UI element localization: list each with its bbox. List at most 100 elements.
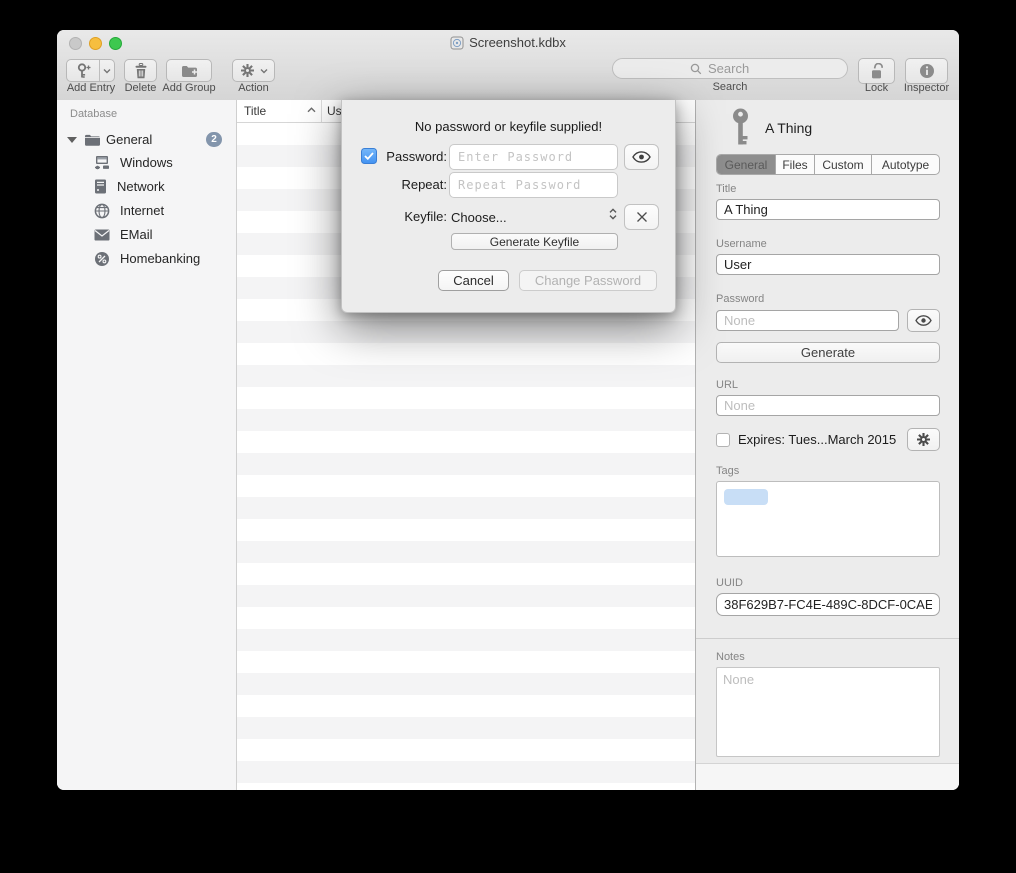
add-entry-dropdown[interactable] [99,60,114,81]
keyfile-label: Keyfile: [342,204,447,230]
inspector-panel: A Thing General Files Custom Autotype Ti… [695,100,959,790]
add-group-label: Add Group [159,82,219,94]
uuid-field-label: UUID [716,577,940,589]
delete-button[interactable] [124,59,157,82]
entry-header: A Thing [716,105,940,151]
clear-keyfile-button[interactable] [624,204,659,230]
reveal-password-button[interactable] [907,309,940,332]
gear-icon [240,63,255,78]
reveal-password-button[interactable] [624,144,659,170]
url-field-label: URL [716,379,940,391]
lock-button[interactable] [858,58,895,84]
add-entry-button[interactable] [66,59,115,82]
key-plus-icon [75,63,91,79]
inspector-button[interactable] [905,58,948,84]
entry-title: A Thing [765,120,812,136]
sidebar-item-windows[interactable]: Windows [57,151,236,174]
eye-icon [915,315,932,326]
sidebar-item-label: Internet [120,203,164,218]
titlebar-toolbar: Screenshot.kdbx Add Entry [57,30,959,101]
column-header-title[interactable]: Title [237,100,322,122]
cancel-button[interactable]: Cancel [438,270,509,291]
dialog-repeat-input[interactable] [449,172,618,198]
expires-checkbox[interactable] [716,433,730,447]
key-icon [730,108,751,148]
url-field[interactable] [716,395,940,416]
keyfile-popup[interactable]: Choose... [451,204,507,230]
chevron-down-icon [103,68,111,74]
unlock-icon [869,63,884,80]
add-group-button[interactable] [166,59,212,82]
sidebar-item-email[interactable]: EMail [57,223,236,246]
search-field[interactable] [612,58,848,79]
workstation-icon [94,155,110,170]
sidebar-item-label: EMail [120,227,153,242]
add-entry-label: Add Entry [63,82,119,94]
sidebar-item-label: General [106,132,152,147]
repeat-label: Repeat: [342,172,447,198]
gear-icon [916,432,931,447]
section-divider [696,638,959,639]
generate-keyfile-button[interactable]: Generate Keyfile [451,233,618,250]
globe-icon [94,203,110,219]
group-sidebar: Database General 2 Windows [57,100,237,790]
disclosure-triangle-icon[interactable] [67,137,77,143]
dialog-message: No password or keyfile supplied! [342,119,675,134]
sidebar-item-general[interactable]: General 2 [57,128,236,151]
notes-field[interactable] [716,667,940,757]
search-label: Search [612,81,848,93]
tag-pill[interactable] [724,489,768,505]
chevron-down-icon [260,68,268,74]
delete-label: Delete [118,82,163,94]
tab-autotype[interactable]: Autotype [872,155,939,174]
expires-label: Expires: Tues...March 2015 [738,432,896,447]
close-icon [636,211,648,223]
stepper-icon[interactable] [608,208,618,220]
username-field-label: Username [716,238,940,250]
tab-files[interactable]: Files [776,155,815,174]
app-window: Screenshot.kdbx Add Entry [57,30,959,790]
dialog-password-input[interactable] [449,144,618,170]
sidebar-item-label: Windows [120,155,173,170]
inspector-tabs: General Files Custom Autotype [716,154,940,175]
password-field[interactable] [716,310,899,331]
entry-count-badge: 2 [206,132,222,147]
password-label: Password: [342,144,447,170]
username-field[interactable] [716,254,940,275]
uuid-field[interactable] [716,593,940,616]
trash-icon [134,63,148,79]
sidebar-item-label: Homebanking [120,251,200,266]
sidebar-item-network[interactable]: Network [57,175,236,198]
inspector-footer [696,763,959,790]
lock-label: Lock [855,82,898,94]
title-field-label: Title [716,183,940,195]
notes-field-label: Notes [716,651,940,663]
inspector-label: Inspector [900,82,953,94]
document-icon [450,36,464,50]
info-icon [919,63,935,79]
envelope-icon [94,229,110,241]
sidebar-item-internet[interactable]: Internet [57,199,236,222]
tab-general[interactable]: General [717,155,776,174]
expires-settings-button[interactable] [907,428,940,451]
tags-box[interactable] [716,481,940,557]
title-field[interactable] [716,199,940,220]
search-icon [690,63,702,75]
folder-plus-icon [181,64,198,78]
password-field-label: Password [716,293,940,305]
server-icon [94,179,107,194]
tags-field-label: Tags [716,465,940,477]
sort-ascending-icon [307,107,316,113]
window-title: Screenshot.kdbx [57,35,959,50]
change-password-button[interactable]: Change Password [519,270,657,291]
generate-password-button[interactable]: Generate [716,342,940,363]
sidebar-section-header: Database [70,108,117,120]
sidebar-item-homebanking[interactable]: Homebanking [57,247,236,270]
action-label: Action [232,82,275,94]
change-password-dialog: No password or keyfile supplied! Passwor… [341,100,676,313]
search-input[interactable] [706,60,770,77]
sidebar-item-label: Network [117,179,165,194]
percent-icon [94,251,110,267]
action-button[interactable] [232,59,275,82]
tab-custom[interactable]: Custom [815,155,872,174]
